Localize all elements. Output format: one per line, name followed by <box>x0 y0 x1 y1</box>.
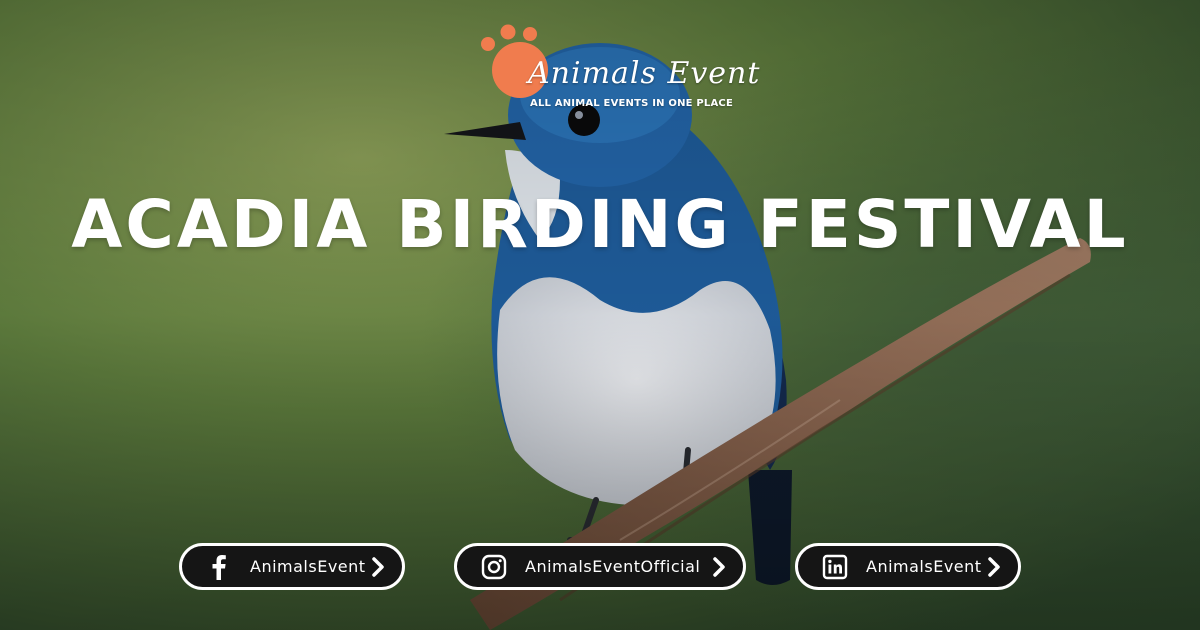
brand-logo[interactable]: Animals Event ALL ANIMAL EVENTS IN ONE P… <box>478 22 759 112</box>
facebook-icon <box>206 554 232 580</box>
linkedin-handle: AnimalsEvent <box>866 557 982 576</box>
linkedin-icon <box>822 554 848 580</box>
chevron-right-icon <box>372 557 384 577</box>
instagram-handle: AnimalsEventOfficial <box>525 557 701 576</box>
facebook-handle: AnimalsEvent <box>250 557 366 576</box>
instagram-link[interactable]: AnimalsEventOfficial <box>454 543 746 590</box>
chevron-right-icon <box>713 557 725 577</box>
brand-name: Animals Event <box>528 56 761 91</box>
linkedin-link[interactable]: AnimalsEvent <box>795 543 1021 590</box>
brand-tagline: ALL ANIMAL EVENTS IN ONE PLACE <box>530 98 733 109</box>
instagram-icon <box>481 554 507 580</box>
chevron-right-icon <box>988 557 1000 577</box>
event-title: ACADIA BIRDING FESTIVAL <box>71 186 1129 263</box>
facebook-link[interactable]: AnimalsEvent <box>179 543 405 590</box>
